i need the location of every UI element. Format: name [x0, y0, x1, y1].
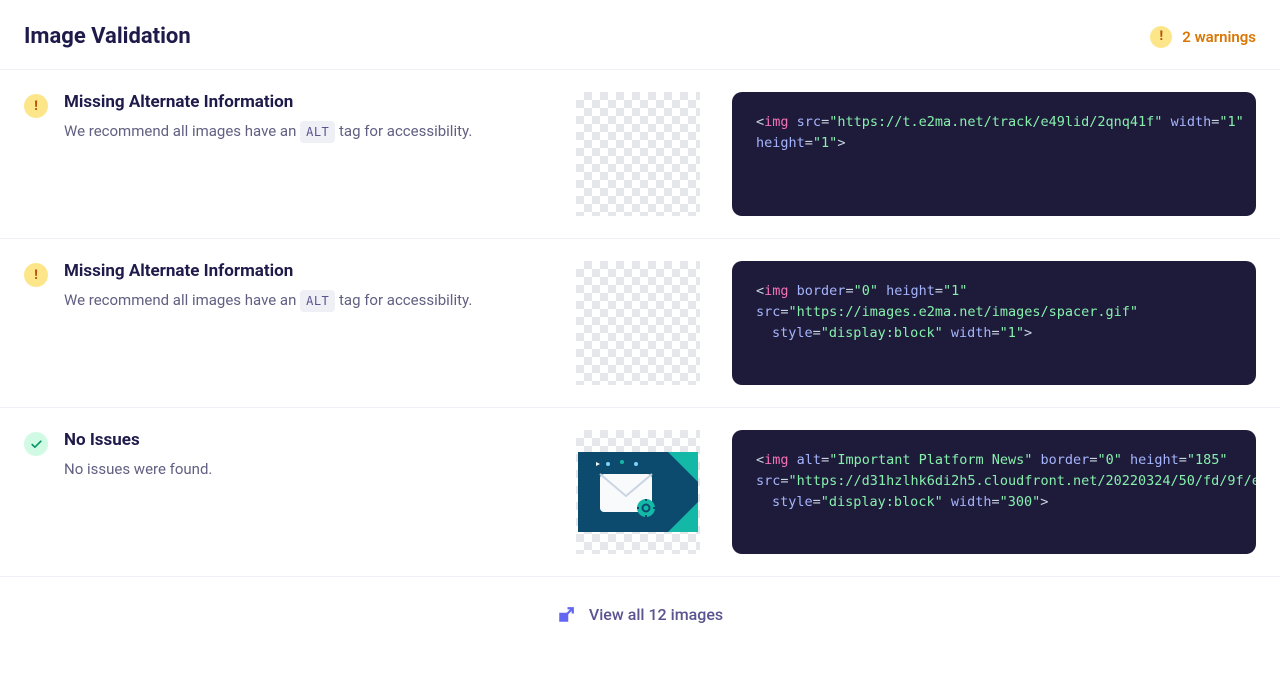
- footer: View all 12 images: [0, 577, 1280, 664]
- success-icon: [24, 432, 48, 456]
- issue-heading: Missing Alternate Information: [64, 261, 472, 281]
- row-info: No Issues No issues were found.: [24, 430, 544, 481]
- issue-description: We recommend all images have an ALT tag …: [64, 120, 472, 143]
- image-thumbnail: [576, 261, 700, 385]
- page-title: Image Validation: [24, 24, 191, 49]
- issue-description: No issues were found.: [64, 458, 212, 481]
- transparency-checker: [576, 261, 700, 385]
- warnings-summary[interactable]: ! 2 warnings: [1150, 26, 1256, 48]
- warning-icon: !: [24, 94, 48, 118]
- image-preview-art: [576, 430, 700, 554]
- image-thumbnail: [576, 92, 700, 216]
- external-link-icon: [557, 606, 575, 624]
- validation-row: ! Missing Alternate Information We recomme…: [0, 239, 1280, 408]
- view-all-link[interactable]: View all 12 images: [589, 605, 723, 624]
- header: Image Validation ! 2 warnings: [0, 0, 1280, 70]
- validation-row: No Issues No issues were found. <img alt="…: [0, 408, 1280, 577]
- code-snippet: <img src="https://t.e2ma.net/track/e49li…: [732, 92, 1256, 216]
- row-info: ! Missing Alternate Information We recomme…: [24, 261, 544, 312]
- warnings-count-text: 2 warnings: [1182, 28, 1256, 46]
- code-snippet: <img border="0" height="1"src="https://i…: [732, 261, 1256, 385]
- issue-heading: No Issues: [64, 430, 212, 450]
- validation-row: ! Missing Alternate Information We recomme…: [0, 70, 1280, 239]
- warning-icon: !: [1150, 26, 1172, 48]
- alt-tag-chip: ALT: [300, 121, 335, 143]
- issue-heading: Missing Alternate Information: [64, 92, 472, 112]
- transparency-checker: [576, 92, 700, 216]
- row-info: ! Missing Alternate Information We recomme…: [24, 92, 544, 143]
- issue-description: We recommend all images have an ALT tag …: [64, 289, 472, 312]
- alt-tag-chip: ALT: [300, 290, 335, 312]
- warning-icon: !: [24, 263, 48, 287]
- code-snippet: <img alt="Important Platform News" borde…: [732, 430, 1256, 554]
- image-thumbnail: [576, 430, 700, 554]
